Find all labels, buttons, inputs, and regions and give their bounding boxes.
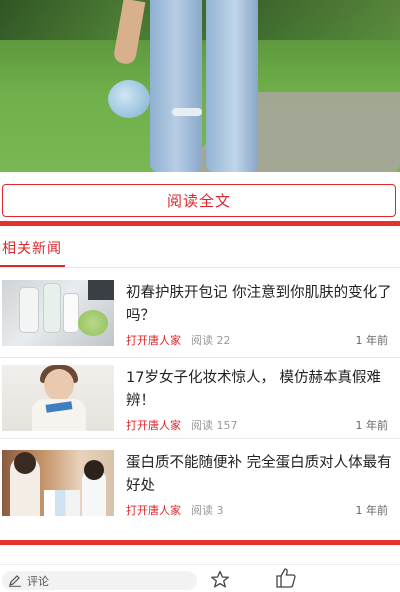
news-title: 初春护肤开包记 你注意到你肌肤的变化了吗？ (126, 285, 392, 324)
section-divider (0, 221, 400, 226)
news-thumbnail (2, 280, 114, 346)
news-time: 1 年前 (355, 504, 389, 517)
news-thumbnail (2, 450, 114, 516)
comment-label: 评论 (27, 574, 49, 588)
bottom-divider (0, 540, 400, 545)
related-news-title: 相关新闻 (2, 241, 62, 257)
news-source[interactable]: 打开唐人家 (126, 502, 181, 518)
news-time: 1 年前 (355, 419, 389, 432)
pencil-icon (9, 574, 21, 587)
news-title: 17岁女子化妆术惊人， 模仿赫本真假难辨！ (126, 370, 382, 409)
news-source[interactable]: 打开唐人家 (126, 332, 181, 348)
related-news-item[interactable]: 17岁女子化妆术惊人， 模仿赫本真假难辨！ 打开唐人家 阅读 157 1 年前 (0, 365, 400, 439)
bottom-action-bar: 评论 (0, 564, 400, 592)
article-page: 阅读全文 相关新闻 初春护肤开包记 你注意到你肌肤的变化了吗？ 打开唐人家 阅读… (0, 0, 400, 592)
related-news-item[interactable]: 蛋白质不能随便补 完全蛋白质对人体最有好处 打开唐人家 阅读 3 1 年前 (0, 450, 400, 524)
news-read-count: 阅读 3 (191, 504, 224, 517)
news-title: 蛋白质不能随便补 完全蛋白质对人体最有好处 (126, 455, 392, 494)
read-full-article-button[interactable]: 阅读全文 (2, 184, 396, 217)
news-time: 1 年前 (355, 334, 389, 347)
thumbs-up-icon[interactable] (275, 567, 297, 589)
news-read-count: 阅读 157 (191, 419, 238, 432)
news-source[interactable]: 打开唐人家 (126, 417, 181, 433)
star-icon[interactable] (210, 570, 230, 589)
news-read-count: 阅读 22 (191, 334, 231, 347)
article-hero-image (0, 0, 400, 172)
news-thumbnail (2, 365, 114, 431)
fur-keychain (108, 80, 150, 118)
comment-input[interactable]: 评论 (2, 571, 197, 590)
related-news-item[interactable]: 初春护肤开包记 你注意到你肌肤的变化了吗？ 打开唐人家 阅读 22 1 年前 (0, 280, 400, 358)
